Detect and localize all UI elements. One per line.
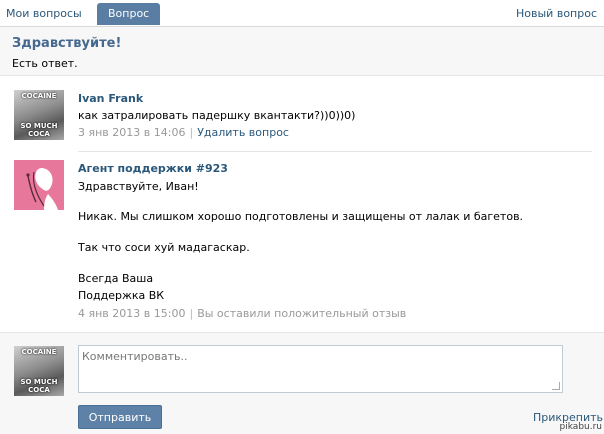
message-meta: 3 янв 2013 в 14:06 | Удалить вопрос — [78, 126, 289, 139]
meta-separator: | — [189, 307, 194, 320]
question-header: Здравствуйте! Есть ответ. — [0, 27, 604, 76]
resize-handle-icon[interactable] — [552, 382, 560, 390]
question-subtitle: Есть ответ. — [12, 57, 78, 70]
meta-separator: | — [189, 126, 194, 139]
avatar[interactable]: COCAINE SO MUCH COCA — [14, 346, 64, 396]
message-meta: 4 янв 2013 в 15:00 | Вы оставили положител… — [78, 307, 406, 320]
message-line: Всегда Ваша — [78, 272, 154, 285]
tab-bar: Мои вопросы Вопрос Новый вопрос — [0, 0, 604, 27]
tab-question[interactable]: Вопрос — [97, 3, 161, 25]
message-text: как затралировать падершку вкантакти?))0… — [78, 109, 356, 122]
message-line: Поддержка ВК — [78, 289, 165, 302]
submit-button[interactable]: Отправить — [78, 405, 162, 429]
message-date: 3 янв 2013 в 14:06 — [78, 126, 186, 139]
support-avatar-figure-icon — [26, 168, 58, 210]
tab-my-questions[interactable]: Мои вопросы — [6, 3, 82, 25]
message-date: 4 янв 2013 в 15:00 — [78, 307, 186, 320]
delete-question-link[interactable]: Удалить вопрос — [197, 126, 289, 139]
support-avatar — [14, 160, 64, 210]
avatar-caption-top: COCAINE — [21, 348, 57, 356]
divider — [78, 151, 592, 152]
avatar-caption-bottom: SO MUCH COCA — [20, 378, 58, 394]
question-greeting: Здравствуйте! — [12, 36, 122, 51]
message-line: Здравствуйте, Иван! — [78, 180, 199, 193]
comment-input[interactable]: Комментировать.. — [78, 345, 563, 393]
message-line: Никак. Мы слишком хорошо подготовлены и … — [78, 210, 524, 223]
new-question-link[interactable]: Новый вопрос — [516, 3, 597, 25]
message-author[interactable]: Ivan Frank — [78, 92, 143, 105]
avatar-caption-bottom: SO MUCH COCA — [20, 122, 58, 138]
message-line: Так что соси хуй мадагаскар. — [78, 241, 250, 254]
rating-status: Вы оставили положительный отзыв — [197, 307, 407, 320]
comment-placeholder: Комментировать.. — [82, 350, 188, 363]
message-author[interactable]: Агент поддержки #923 — [78, 162, 228, 175]
avatar-caption-top: COCAINE — [21, 92, 57, 100]
avatar[interactable]: COCAINE SO MUCH COCA — [14, 90, 64, 140]
watermark: pikabu.ru — [559, 422, 602, 432]
